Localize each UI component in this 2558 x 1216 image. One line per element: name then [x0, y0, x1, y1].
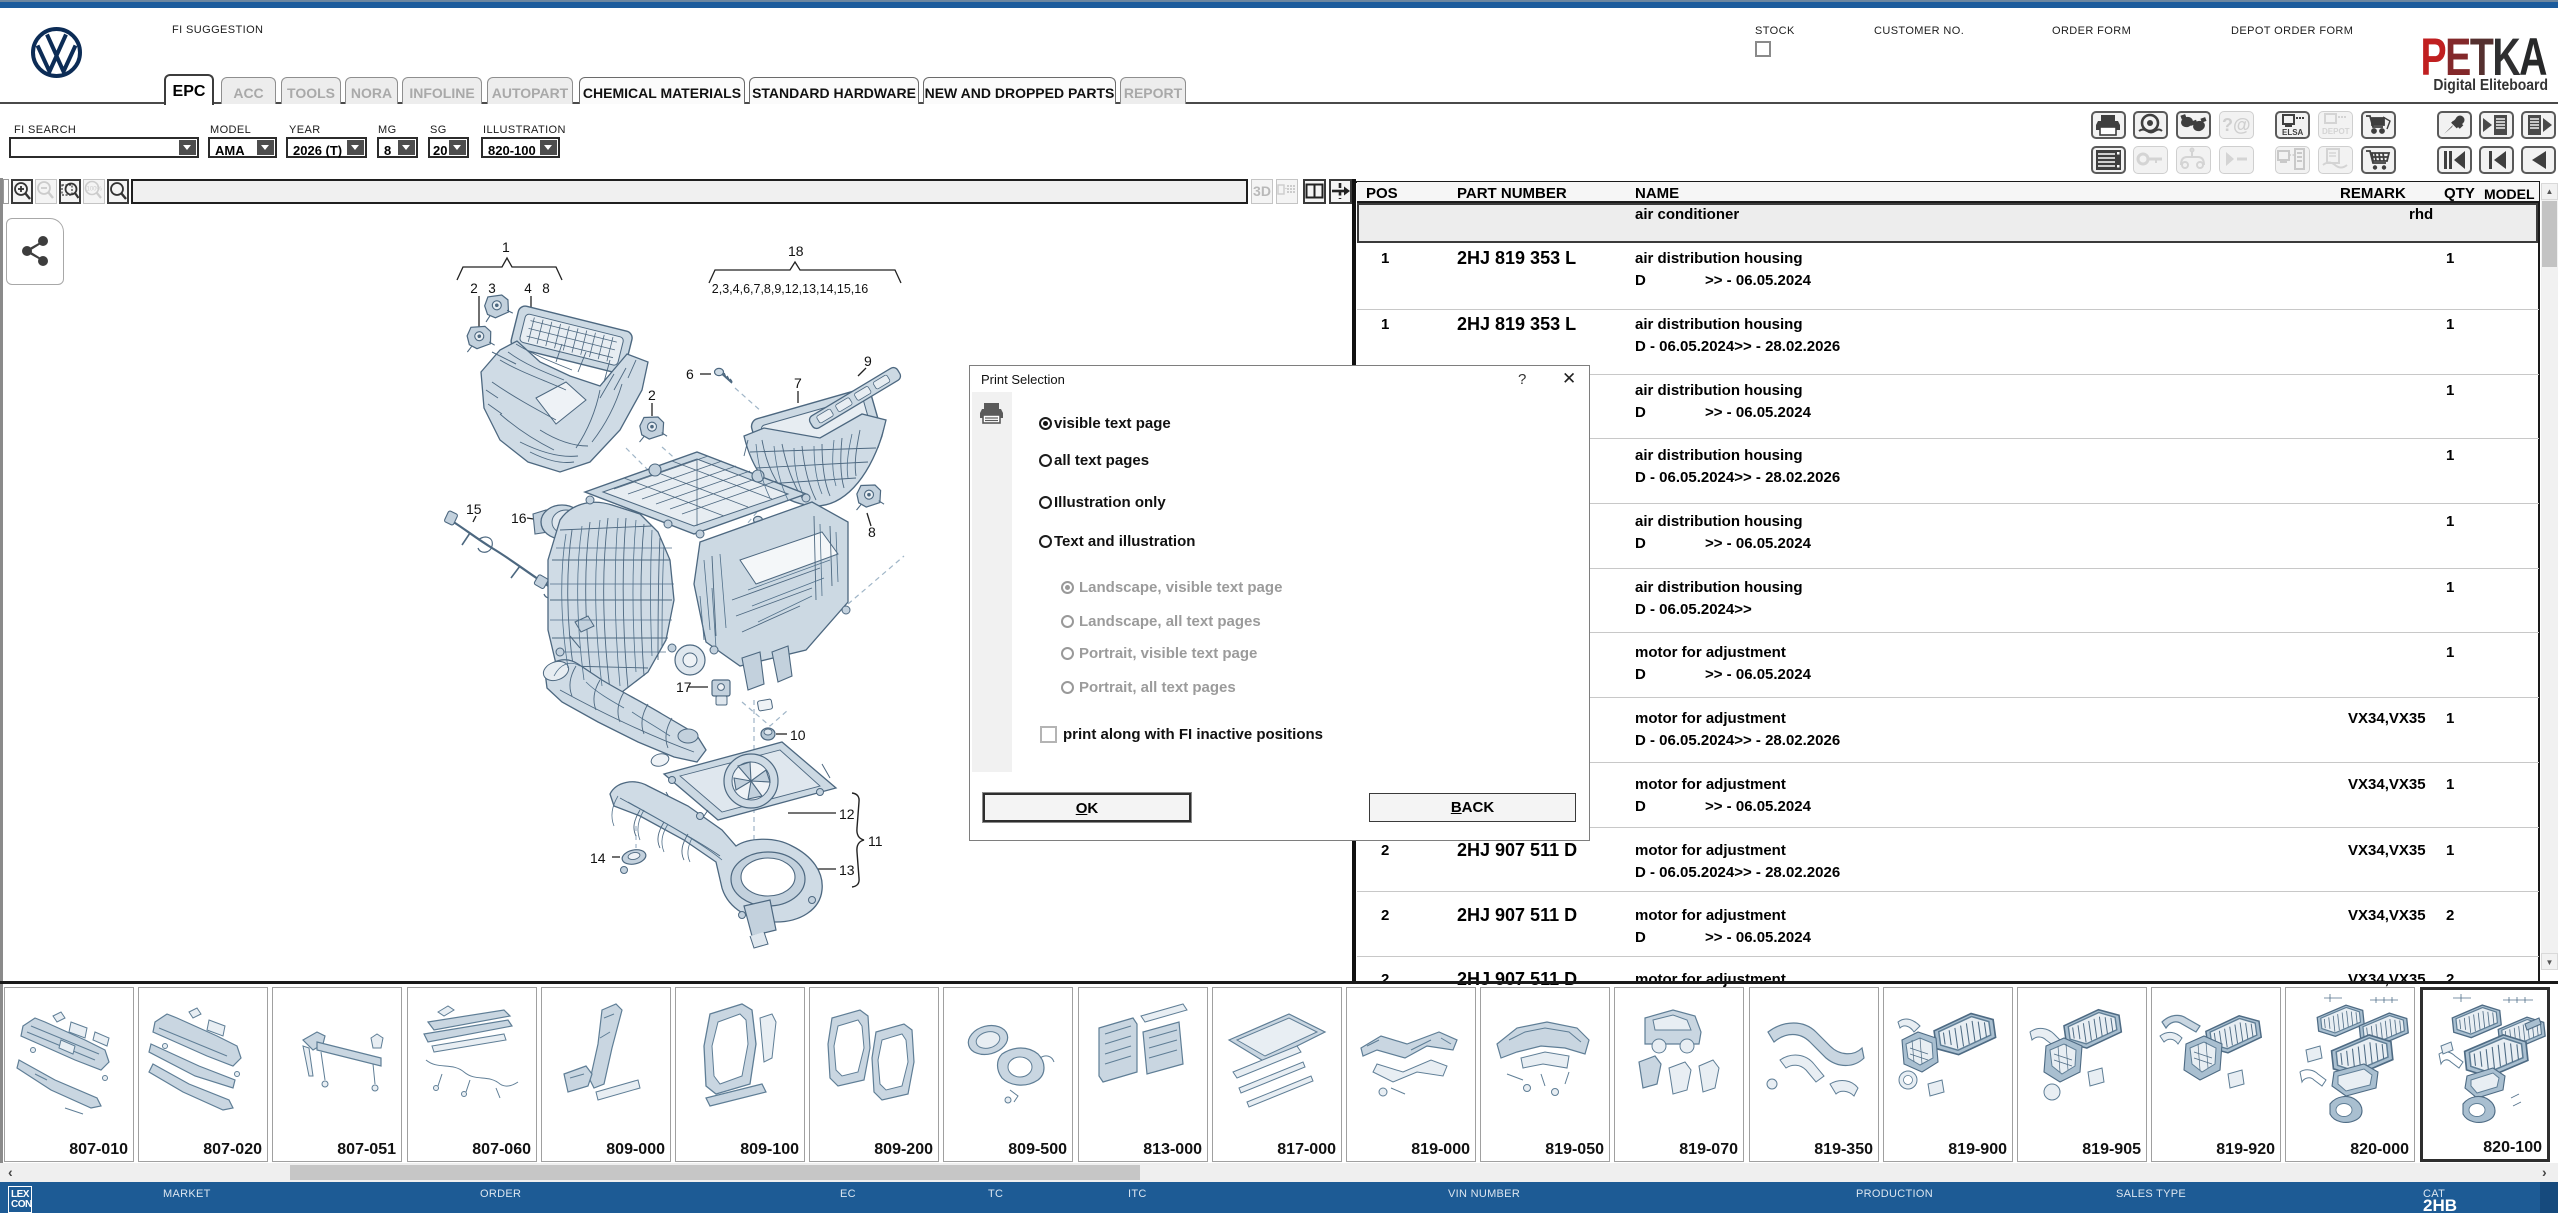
- svg-text:3: 3: [488, 281, 496, 296]
- svg-text:6: 6: [686, 366, 694, 382]
- svg-text:16: 16: [511, 510, 527, 526]
- svg-text:Digital Eliteboard: Digital Eliteboard: [2433, 77, 2548, 94]
- svg-text:18: 18: [788, 243, 804, 259]
- svg-text:4: 4: [524, 281, 532, 296]
- svg-text:8: 8: [868, 524, 876, 540]
- svg-text:2: 2: [470, 281, 478, 296]
- svg-text:1: 1: [502, 239, 510, 255]
- svg-text:100%: 100%: [87, 187, 103, 193]
- svg-text:12: 12: [839, 806, 855, 822]
- svg-text:13: 13: [839, 862, 855, 878]
- svg-text:ELSA: ELSA: [2282, 128, 2304, 137]
- svg-text:8: 8: [542, 281, 550, 296]
- svg-text:7: 7: [794, 375, 802, 391]
- svg-text:15: 15: [466, 501, 482, 517]
- svg-text:11: 11: [868, 833, 883, 849]
- svg-text:14: 14: [590, 850, 606, 866]
- svg-text:DEPOT: DEPOT: [2322, 127, 2350, 136]
- svg-text:9: 9: [864, 353, 872, 369]
- svg-text:2,3,4,6,7,8,9,12,13,14,15,16: 2,3,4,6,7,8,9,12,13,14,15,16: [712, 282, 868, 296]
- svg-text:10: 10: [790, 727, 806, 743]
- svg-text:2: 2: [648, 387, 656, 403]
- svg-text:?@: ?@: [2222, 115, 2251, 135]
